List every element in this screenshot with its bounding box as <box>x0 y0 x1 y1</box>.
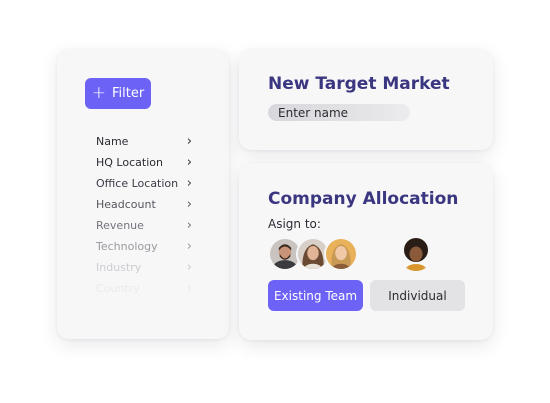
filter-panel: + Filter Name › HQ Location › Office Loc… <box>57 49 229 339</box>
page-stage: + Filter Name › HQ Location › Office Loc… <box>0 0 550 403</box>
individual-button[interactable]: Individual <box>370 280 465 311</box>
chevron-right-icon: › <box>186 134 192 149</box>
filter-item-revenue[interactable]: Revenue › <box>96 215 192 236</box>
filter-item-label: Office Location <box>96 177 179 190</box>
chevron-right-icon: › <box>186 176 192 191</box>
chevron-right-icon: › <box>186 155 192 170</box>
plus-icon: + <box>91 83 107 103</box>
filter-item-industry[interactable]: Industry › <box>96 257 192 278</box>
filter-item-name[interactable]: Name › <box>96 131 192 152</box>
chevron-right-icon: › <box>186 239 192 254</box>
avatar-woman-curly-hair <box>399 237 433 271</box>
filter-item-office-location[interactable]: Office Location › <box>96 173 192 194</box>
filter-item-label: Technology <box>96 240 158 253</box>
filter-item-label: Name <box>96 135 129 148</box>
filter-button[interactable]: + Filter <box>85 78 151 109</box>
company-allocation-title: Company Allocation <box>268 189 459 209</box>
chevron-right-icon: › <box>186 197 192 212</box>
filter-item-country[interactable]: Country › <box>96 278 192 299</box>
avatar-woman-blonde <box>324 237 358 271</box>
filter-item-label: Revenue <box>96 219 144 232</box>
target-market-title: New Target Market <box>268 74 450 94</box>
assign-to-label: Asign to: <box>268 217 321 231</box>
target-market-name-input[interactable] <box>268 104 410 121</box>
filter-item-label: Country <box>96 282 140 295</box>
chevron-right-icon: › <box>186 260 192 275</box>
target-market-card: New Target Market <box>239 49 493 150</box>
filter-item-headcount[interactable]: Headcount › <box>96 194 192 215</box>
filter-item-technology[interactable]: Technology › <box>96 236 192 257</box>
filter-item-label: Headcount <box>96 198 156 211</box>
chevron-right-icon: › <box>186 281 192 296</box>
filter-button-label: Filter <box>112 86 145 101</box>
existing-team-button[interactable]: Existing Team <box>268 280 363 311</box>
chevron-right-icon: › <box>186 218 192 233</box>
filter-list: Name › HQ Location › Office Location › H… <box>96 131 192 299</box>
filter-item-hq-location[interactable]: HQ Location › <box>96 152 192 173</box>
company-allocation-card: Company Allocation Asign to: Existing Te… <box>239 163 493 340</box>
filter-item-label: Industry <box>96 261 142 274</box>
filter-item-label: HQ Location <box>96 156 163 169</box>
